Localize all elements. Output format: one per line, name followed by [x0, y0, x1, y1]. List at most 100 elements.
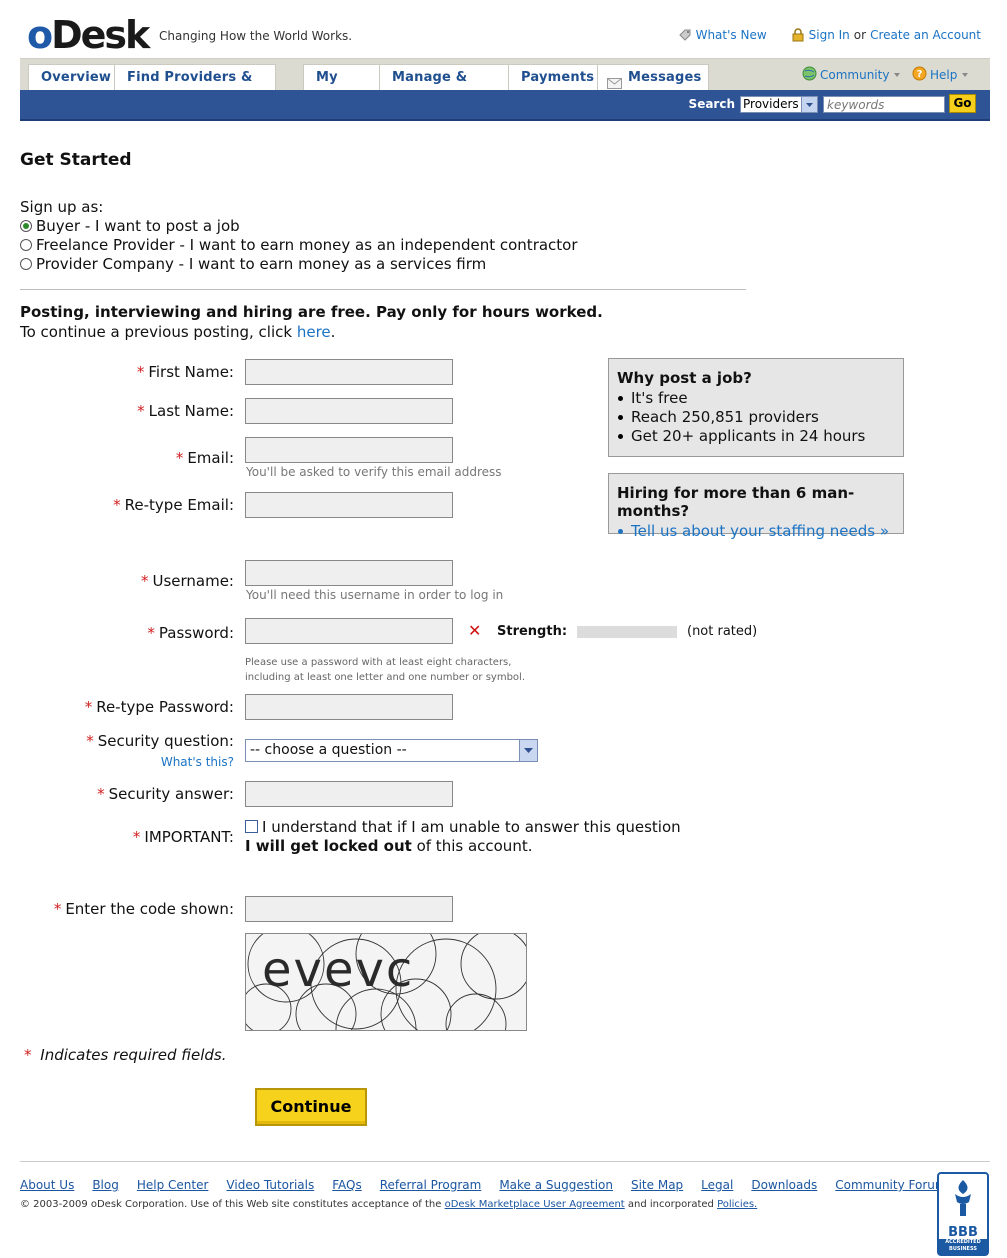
- password-input[interactable]: [245, 618, 453, 644]
- radio-buyer[interactable]: Buyer - I want to post a job: [20, 217, 240, 235]
- promo-heading: Posting, interviewing and hiring are fre…: [20, 303, 603, 321]
- copyright: © 2003-2009 oDesk Corporation. Use of th…: [20, 1199, 758, 1210]
- captcha-label: * Enter the code shown:: [53, 900, 234, 918]
- tab-find-providers-jobs[interactable]: Find Providers & Jobs: [114, 64, 276, 111]
- or-text: or: [853, 28, 867, 42]
- strength-label: Strength:: [497, 624, 568, 639]
- tag-icon: [678, 28, 692, 42]
- password-label: * Password:: [147, 624, 234, 642]
- staffing-box: Hiring for more than 6 man-months? Tell …: [608, 473, 904, 540]
- continue-button[interactable]: Continue: [255, 1088, 367, 1126]
- search-scope-select[interactable]: Providers: [740, 96, 818, 113]
- last-name-input[interactable]: [245, 398, 453, 424]
- user-agreement-link[interactable]: oDesk Marketplace User Agreement: [445, 1199, 625, 1210]
- help-icon: ?: [912, 66, 927, 84]
- email-input[interactable]: [245, 437, 453, 463]
- retype-email-input[interactable]: [245, 492, 453, 518]
- username-label: * Username:: [140, 572, 234, 590]
- radio-button[interactable]: [20, 220, 32, 232]
- list-item: Reach 250,851 providers: [618, 408, 895, 427]
- lock-icon: [791, 28, 805, 42]
- footer-link-community-forums[interactable]: Community Forums: [835, 1178, 953, 1192]
- footer-link-blog[interactable]: Blog: [92, 1178, 119, 1192]
- why-post-title: Why post a job?: [617, 369, 752, 387]
- whats-this-link[interactable]: What's this?: [161, 755, 234, 769]
- odesk-logo[interactable]: oDesk: [27, 14, 150, 56]
- tab-overview[interactable]: Overview: [28, 64, 115, 91]
- page-title: Get Started: [20, 150, 132, 170]
- tab-payments[interactable]: Payments: [508, 64, 598, 91]
- footer-link-make-suggestion[interactable]: Make a Suggestion: [499, 1178, 613, 1192]
- help-menu[interactable]: ? Help: [912, 66, 969, 84]
- continue-posting-link[interactable]: here: [297, 323, 331, 341]
- email-label: * Email:: [175, 449, 234, 467]
- last-name-label: * Last Name:: [137, 402, 234, 420]
- chevron-down-icon: [962, 73, 969, 77]
- strength-value: (not rated): [687, 624, 758, 639]
- security-answer-input[interactable]: [245, 781, 453, 807]
- community-label: Community: [820, 68, 890, 82]
- required-note: * Indicates required fields.: [24, 1046, 227, 1064]
- help-label: Help: [930, 68, 958, 82]
- password-hint: Please use a password with at least eigh…: [245, 657, 526, 683]
- tagline: Changing How the World Works.: [159, 29, 353, 43]
- search-bar: Search Providers keywords Go: [20, 90, 990, 121]
- promo-line: To continue a previous posting, click he…: [20, 323, 336, 341]
- list-item: It's free: [618, 389, 895, 408]
- list-item: Get 20+ applicants in 24 hours: [618, 427, 895, 446]
- retype-password-input[interactable]: [245, 694, 453, 720]
- important-text-2: I will get locked out of this account.: [245, 837, 533, 855]
- lockout-checkbox[interactable]: [245, 820, 258, 833]
- radio-button[interactable]: [20, 239, 32, 251]
- chevron-down-icon: [894, 73, 901, 77]
- security-answer-label: * Security answer:: [97, 785, 234, 803]
- first-name-label: * First Name:: [136, 363, 234, 381]
- whats-new-link[interactable]: What's New: [696, 28, 767, 42]
- captcha-text: evevc: [262, 942, 414, 998]
- why-post-box: Why post a job? It's free Reach 250,851 …: [608, 358, 904, 457]
- tab-manage-work[interactable]: Manage & Work: [379, 64, 509, 111]
- chevron-down-icon: [801, 97, 817, 112]
- first-name-input[interactable]: [245, 359, 453, 385]
- main-nav: Overview Find Providers & Jobs My Jobs M…: [20, 58, 990, 111]
- radio-freelance-provider[interactable]: Freelance Provider - I want to earn mone…: [20, 236, 578, 254]
- retype-password-label: * Re-type Password:: [84, 698, 234, 716]
- footer-link-site-map[interactable]: Site Map: [631, 1178, 683, 1192]
- footer-link-faqs[interactable]: FAQs: [332, 1178, 362, 1192]
- signup-label: Sign up as:: [20, 198, 104, 216]
- svg-text:?: ?: [917, 69, 923, 80]
- go-button[interactable]: Go: [949, 94, 976, 113]
- tab-my-jobs[interactable]: My Jobs: [303, 64, 380, 111]
- tab-messages-label: Messages: [628, 70, 702, 85]
- username-input[interactable]: [245, 560, 453, 586]
- chevron-down-icon: [519, 740, 537, 761]
- footer-links: About Us Blog Help Center Video Tutorial…: [20, 1178, 953, 1192]
- footer-link-referral-program[interactable]: Referral Program: [380, 1178, 482, 1192]
- top-links: What's New Sign In or Create an Account: [678, 28, 981, 42]
- community-menu[interactable]: Community: [802, 66, 901, 84]
- radio-button[interactable]: [20, 258, 32, 270]
- radio-provider-company[interactable]: Provider Company - I want to earn money …: [20, 255, 486, 273]
- footer-link-about-us[interactable]: About Us: [20, 1178, 74, 1192]
- important-text: I understand that if I am unable to answ…: [262, 818, 681, 836]
- tab-messages[interactable]: Messages: [597, 64, 709, 91]
- staffing-needs-link[interactable]: Tell us about your staffing needs »: [631, 522, 889, 540]
- search-input[interactable]: keywords: [823, 96, 945, 113]
- bbb-accredited-badge[interactable]: BBB ACCREDITED BUSINESS: [937, 1172, 989, 1256]
- footer-link-help-center[interactable]: Help Center: [137, 1178, 209, 1192]
- divider: [20, 289, 746, 290]
- captcha-input[interactable]: [245, 896, 453, 922]
- username-hint: You'll need this username in order to lo…: [246, 588, 504, 602]
- security-question-select[interactable]: -- choose a question --: [245, 739, 538, 762]
- email-hint: You'll be asked to verify this email add…: [246, 465, 502, 479]
- create-account-link[interactable]: Create an Account: [870, 28, 981, 42]
- footer-link-video-tutorials[interactable]: Video Tutorials: [226, 1178, 314, 1192]
- sign-in-link[interactable]: Sign In: [809, 28, 850, 42]
- close-icon: ✕: [468, 621, 482, 640]
- footer-link-legal[interactable]: Legal: [701, 1178, 733, 1192]
- globe-icon: [802, 66, 817, 84]
- torch-icon: [955, 1180, 971, 1216]
- policies-link[interactable]: Policies.: [717, 1199, 757, 1210]
- footer-link-downloads[interactable]: Downloads: [751, 1178, 817, 1192]
- strength-meter: [577, 626, 677, 638]
